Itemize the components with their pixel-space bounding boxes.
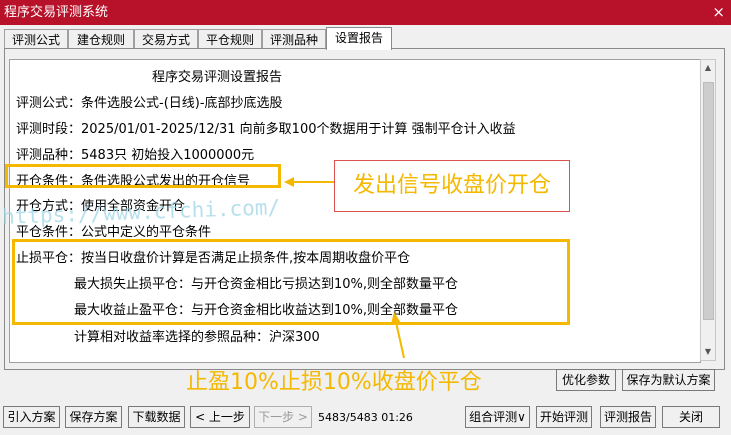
title-bar: 程序交易评测系统 × xyxy=(0,0,731,25)
report-heading: 程序交易评测设置报告 xyxy=(152,70,283,85)
progress-status: 5483/5483 01:26 xyxy=(318,411,413,424)
report-line-period: 评测时段：2025/01/01-2025/12/31 向前多取100个数据用于计… xyxy=(16,122,516,137)
close-button[interactable]: 关闭 xyxy=(662,406,720,428)
scroll-down-icon[interactable]: ▼ xyxy=(701,344,715,360)
save-default-button[interactable]: 保存为默认方案 xyxy=(622,369,715,391)
download-data-button[interactable]: 下载数据 xyxy=(128,406,185,428)
scroll-thumb[interactable] xyxy=(703,82,714,320)
chevron-down-icon: ∨ xyxy=(517,410,526,424)
report-line-symbols: 评测品种：5483只 初始投入1000000元 xyxy=(16,148,255,163)
import-plan-button[interactable]: 引入方案 xyxy=(3,406,60,428)
tab-eval-symbols[interactable]: 评测品种 xyxy=(262,29,326,49)
prev-step-button[interactable]: < 上一步 xyxy=(190,406,250,428)
highlight-entry-condition xyxy=(5,164,281,188)
next-step-button[interactable]: 下一步 > xyxy=(254,406,312,428)
tab-exit-rules[interactable]: 平仓规则 xyxy=(198,29,262,49)
report-line-exit-condition: 平仓条件：公式中定义的平仓条件 xyxy=(16,225,212,240)
start-eval-button[interactable]: 开始评测 xyxy=(536,406,592,428)
combo-eval-button[interactable]: 组合评测∨ xyxy=(465,406,530,428)
callout-exit-note: 止盈10%止损10%收盘价平仓 xyxy=(186,370,482,395)
save-plan-button[interactable]: 保存方案 xyxy=(65,406,122,428)
highlight-stop-rules xyxy=(12,239,570,325)
tab-eval-formula[interactable]: 评测公式 xyxy=(4,29,68,49)
tab-entry-rules[interactable]: 建仓规则 xyxy=(68,29,134,49)
scroll-up-icon[interactable]: ▲ xyxy=(701,60,715,76)
callout-entry-note: 发出信号收盘价开仓 xyxy=(334,160,570,212)
report-line-benchmark: 计算相对收益率选择的参照品种：沪深300 xyxy=(74,330,320,345)
tab-setup-report[interactable]: 设置报告 xyxy=(326,27,392,50)
report-line-entry-mode: 开仓方式：使用全部资金开仓 xyxy=(16,199,186,214)
combo-eval-label: 组合评测 xyxy=(469,410,518,424)
window-title: 程序交易评测系统 xyxy=(4,5,109,20)
report-scrollbar[interactable]: ▲ ▼ xyxy=(700,59,716,361)
report-line-formula: 评测公式：条件选股公式-(日线)-底部抄底选股 xyxy=(16,96,283,111)
optimize-params-button[interactable]: 优化参数 xyxy=(556,369,616,391)
close-icon[interactable]: × xyxy=(712,0,725,25)
tab-trade-mode[interactable]: 交易方式 xyxy=(134,29,198,49)
eval-report-button[interactable]: 评测报告 xyxy=(600,406,656,428)
